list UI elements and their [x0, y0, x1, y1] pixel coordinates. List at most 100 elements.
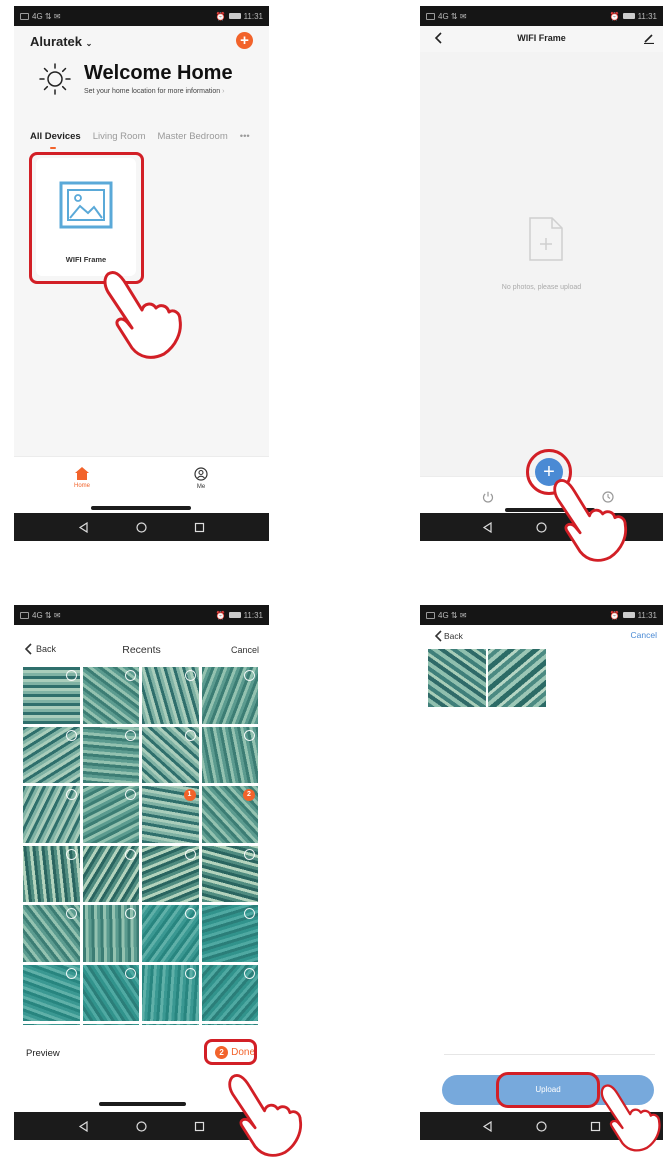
home-indicator — [99, 1102, 186, 1106]
photo-thumbnail[interactable] — [23, 726, 80, 783]
power-icon[interactable] — [482, 491, 494, 503]
select-circle-icon[interactable] — [125, 908, 136, 919]
select-circle-icon[interactable] — [244, 670, 255, 681]
tab-home[interactable]: Home — [52, 467, 112, 489]
select-circle-icon[interactable] — [184, 908, 196, 919]
photo-thumbnail[interactable] — [201, 964, 258, 1021]
select-circle-icon[interactable] — [125, 848, 136, 860]
location-prompt[interactable]: Set your home location for more informat… — [84, 88, 224, 95]
home-name: Aluratek — [30, 34, 83, 49]
tab-master-bedroom[interactable]: Master Bedroom — [158, 131, 228, 142]
edit-pencil-icon[interactable] — [643, 32, 655, 44]
back-triangle-icon[interactable] — [78, 521, 89, 533]
add-device-button[interactable]: + — [236, 32, 253, 49]
selected-photo-thumbnail[interactable] — [488, 649, 546, 707]
select-circle-icon[interactable] — [65, 908, 77, 919]
highlight-box — [29, 152, 144, 284]
recent-apps-icon[interactable] — [194, 1121, 205, 1132]
recent-apps-icon[interactable] — [194, 522, 205, 533]
clock: 11:31 — [637, 11, 657, 21]
empty-message: No photos, please upload — [501, 284, 582, 291]
select-circle-icon[interactable] — [65, 848, 77, 860]
tab-living-room[interactable]: Living Room — [93, 131, 146, 142]
select-circle-icon[interactable] — [184, 848, 196, 860]
photo-thumbnail[interactable] — [142, 845, 199, 902]
select-circle-icon[interactable] — [65, 789, 77, 800]
home-indicator — [91, 506, 191, 510]
back-chevron-icon — [434, 630, 442, 642]
photo-thumbnail[interactable] — [82, 845, 139, 902]
select-circle-icon[interactable] — [65, 670, 77, 681]
selected-photos — [428, 649, 546, 707]
photo-thumbnail[interactable] — [201, 905, 258, 962]
more-tabs-icon[interactable]: ••• — [240, 131, 250, 142]
photo-thumbnail[interactable] — [82, 667, 139, 724]
sim-icon — [20, 611, 29, 619]
phone-frame-screen: 4G ⇅ ✉ ⏰ 11:31 WIFI Frame No photos, plea… — [420, 6, 663, 541]
photo-thumbnail[interactable]: 1 — [142, 786, 199, 843]
home-selector[interactable]: Aluratek ⌄ — [30, 34, 92, 49]
photo-thumbnail[interactable] — [142, 905, 199, 962]
photo-thumbnail[interactable] — [23, 845, 80, 902]
back-triangle-icon[interactable] — [78, 1120, 89, 1132]
tab-me[interactable]: Me — [171, 467, 231, 490]
photo-thumbnail[interactable]: 2 — [201, 786, 258, 843]
photo-thumbnail[interactable] — [201, 845, 258, 902]
select-circle-icon[interactable] — [244, 729, 255, 741]
select-circle-icon[interactable] — [65, 729, 77, 741]
home-circle-icon[interactable] — [536, 1120, 547, 1132]
clock: 11:31 — [637, 610, 657, 620]
photo-thumbnail[interactable] — [82, 964, 139, 1021]
photo-thumbnail[interactable] — [201, 667, 258, 724]
preview-button[interactable]: Preview — [26, 1048, 60, 1059]
photo-thumbnail[interactable] — [142, 964, 199, 1021]
photo-thumbnail[interactable] — [142, 726, 199, 783]
select-circle-icon[interactable] — [184, 967, 196, 979]
photo-thumbnail[interactable] — [142, 667, 199, 724]
photo-thumbnail[interactable] — [23, 667, 80, 724]
cancel-button[interactable]: Cancel — [231, 645, 259, 655]
back-triangle-icon[interactable] — [482, 521, 493, 533]
select-circle-icon[interactable] — [65, 967, 77, 979]
chevron-right-icon: › — [222, 88, 225, 95]
alarm-icon: ⏰ — [609, 610, 620, 620]
select-circle-icon[interactable] — [184, 670, 196, 681]
select-circle-icon[interactable] — [125, 729, 136, 741]
home-circle-icon[interactable] — [536, 521, 547, 533]
select-circle-icon[interactable] — [125, 670, 136, 681]
cancel-button[interactable]: Cancel — [631, 630, 657, 640]
sim-icon — [426, 12, 435, 20]
select-circle-icon[interactable] — [244, 908, 255, 919]
pointing-hand-icon — [103, 270, 182, 359]
home-circle-icon[interactable] — [136, 521, 147, 533]
select-circle-icon[interactable] — [125, 967, 136, 979]
selected-photo-thumbnail[interactable] — [428, 649, 486, 707]
back-triangle-icon[interactable] — [482, 1120, 493, 1132]
photo-thumbnail[interactable] — [23, 964, 80, 1021]
highlight-box — [204, 1039, 257, 1065]
back-button[interactable]: Back — [434, 630, 463, 642]
photo-thumbnail[interactable] — [82, 726, 139, 783]
select-circle-icon[interactable] — [184, 729, 196, 741]
empty-file-icon — [529, 217, 563, 261]
photo-thumbnail[interactable] — [23, 905, 80, 962]
pointing-hand-icon — [600, 1084, 661, 1152]
select-circle-icon[interactable] — [244, 848, 255, 860]
chevron-down-icon: ⌄ — [85, 39, 93, 48]
signal-text: 4G ⇅ ✉ — [32, 11, 61, 21]
photo-thumbnail[interactable] — [82, 786, 139, 843]
select-circle-icon[interactable] — [244, 967, 255, 979]
divider — [444, 1054, 655, 1055]
welcome-title: Welcome Home — [84, 62, 233, 84]
photo-thumbnail[interactable] — [82, 905, 139, 962]
battery-icon — [228, 612, 241, 618]
tab-all-devices[interactable]: All Devices — [30, 131, 81, 149]
photo-thumbnail[interactable] — [201, 726, 258, 783]
select-circle-icon[interactable] — [125, 789, 136, 800]
pointing-hand-icon — [228, 1074, 303, 1157]
photo-thumbnail[interactable] — [23, 786, 80, 843]
battery-icon — [622, 612, 635, 618]
upload-header: Back Cancel — [420, 625, 663, 649]
home-circle-icon[interactable] — [136, 1120, 147, 1132]
selection-order-badge: 2 — [243, 789, 255, 801]
